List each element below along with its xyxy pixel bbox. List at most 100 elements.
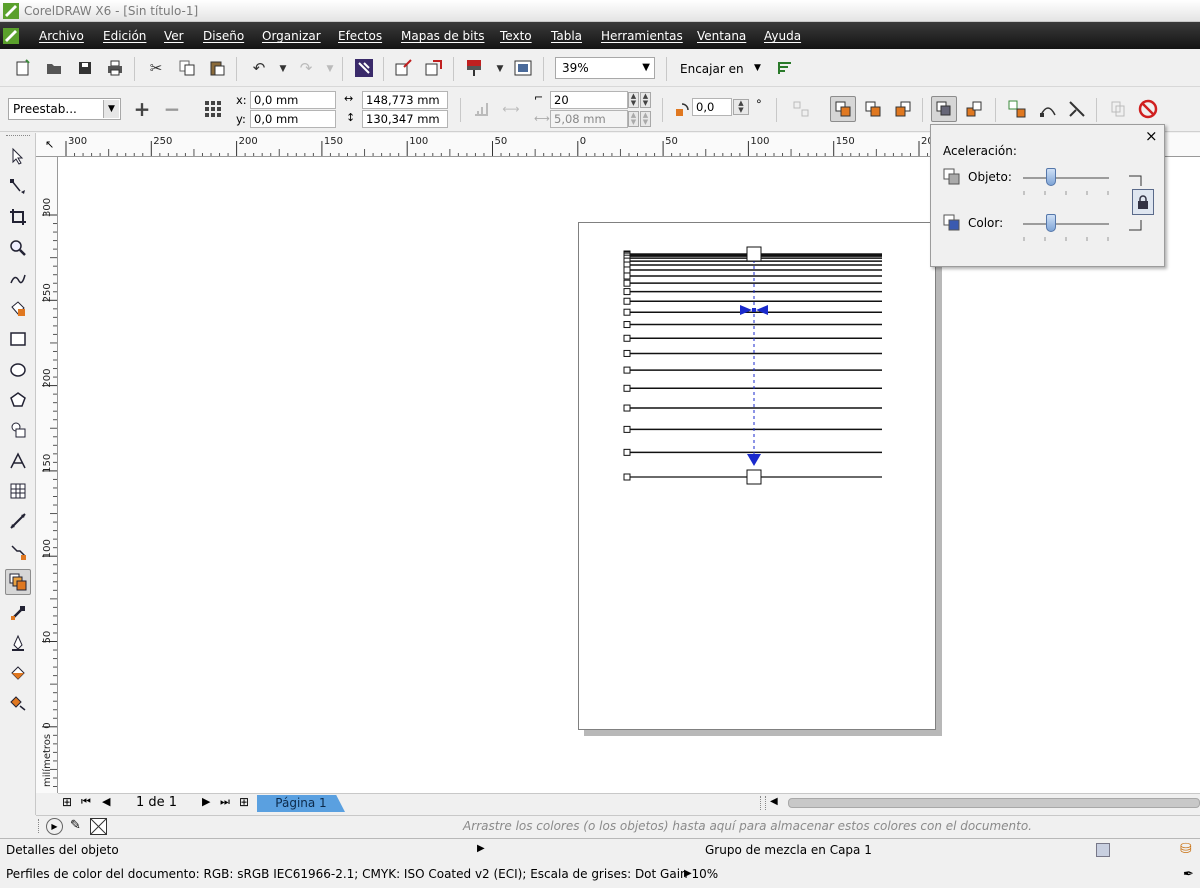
import-icon[interactable] (393, 57, 415, 79)
blend-steps-field[interactable]: 20 (550, 91, 628, 109)
clockwise-blend-icon[interactable] (862, 98, 884, 120)
ruler-origin-icon[interactable]: ↖ (45, 138, 54, 151)
menu-edicion[interactable]: Edición (103, 29, 146, 43)
blend-start-handle[interactable] (746, 246, 762, 262)
print-icon[interactable] (104, 57, 126, 79)
shape-tool-icon[interactable] (5, 174, 31, 200)
open-icon[interactable] (43, 57, 65, 79)
blend-node[interactable] (623, 321, 631, 329)
object-acceleration-slider[interactable] (1045, 168, 1056, 186)
first-page-icon[interactable]: ⏮ (81, 795, 91, 809)
menu-mapas-de-bits[interactable]: Mapas de bits (401, 29, 484, 43)
rectangle-tool-icon[interactable] (5, 326, 31, 352)
blend-node[interactable] (623, 473, 631, 481)
ellipse-tool-icon[interactable] (5, 357, 31, 383)
horizontal-scrollbar[interactable] (788, 798, 1200, 808)
blend-node[interactable] (623, 384, 631, 392)
add-page-before-icon[interactable]: ⊞ (62, 795, 72, 809)
blend-node[interactable] (623, 366, 631, 374)
basic-shapes-tool-icon[interactable] (5, 417, 31, 443)
document-menu-icon[interactable] (3, 28, 19, 44)
polygon-tool-icon[interactable] (5, 387, 31, 413)
blend-direction-field[interactable]: 0,0 (692, 98, 732, 116)
dimension-tool-icon[interactable] (5, 508, 31, 534)
menu-ver[interactable]: Ver (164, 29, 184, 43)
search-content-icon[interactable] (353, 57, 375, 79)
color-acceleration-slider[interactable] (1045, 214, 1056, 232)
snap-to-label[interactable]: Encajar en (680, 62, 744, 76)
blend-node[interactable] (623, 404, 631, 412)
object-origin-icon[interactable] (202, 98, 224, 120)
eyedropper-tool-icon[interactable] (5, 600, 31, 626)
y-position-field[interactable]: 0,0 mm (250, 110, 336, 128)
outline-pen-tool-icon[interactable] (5, 630, 31, 656)
blend-node[interactable] (623, 297, 631, 305)
export-icon[interactable] (423, 57, 445, 79)
object-details-label[interactable]: Detalles del objeto (6, 843, 119, 857)
steps-spin-icon[interactable]: ▲ ▼ (628, 92, 639, 108)
zoom-tool-icon[interactable] (5, 235, 31, 261)
lock-acceleration-toggle[interactable] (1132, 189, 1154, 215)
blend-node[interactable] (623, 425, 631, 433)
pick-tool-icon[interactable] (5, 143, 31, 169)
clear-blend-icon[interactable] (1137, 98, 1159, 120)
cut-icon[interactable]: ✂ (145, 57, 167, 79)
menu-ayuda[interactable]: Ayuda (764, 29, 801, 43)
page-tab-1[interactable]: Página 1 (257, 795, 345, 812)
object-color-acceleration-icon[interactable] (931, 96, 957, 122)
menu-herramientas[interactable]: Herramientas (601, 29, 683, 43)
add-page-after-icon[interactable]: ⊞ (239, 795, 249, 809)
close-icon[interactable]: × (1145, 127, 1158, 145)
path-properties-icon[interactable] (1037, 98, 1059, 120)
table-tool-icon[interactable] (5, 478, 31, 504)
add-preset-icon[interactable]: + (131, 97, 153, 121)
next-page-icon[interactable]: ▶ (202, 795, 210, 808)
last-page-icon[interactable]: ⏭ (220, 795, 230, 809)
interactive-fill-tool-icon[interactable] (5, 690, 31, 716)
new-icon[interactable] (12, 57, 34, 79)
blend-node[interactable] (623, 448, 631, 456)
blend-tool-icon[interactable] (5, 569, 31, 595)
status-expand-icon[interactable]: ▶ (477, 843, 485, 854)
fill-bucket-icon[interactable]: ⛁ (1180, 841, 1192, 857)
save-icon[interactable] (74, 57, 96, 79)
blend-node[interactable] (623, 288, 631, 296)
blend-direction-arrow-icon[interactable] (747, 454, 761, 466)
counterclockwise-blend-icon[interactable] (892, 98, 914, 120)
blend-node[interactable] (623, 334, 631, 342)
blend-node[interactable] (623, 308, 631, 316)
blend-direction-icon[interactable] (672, 99, 694, 121)
no-color-swatch[interactable] (90, 818, 107, 835)
menu-organizar[interactable]: Organizar (262, 29, 321, 43)
copy-icon[interactable] (176, 57, 198, 79)
menu-archivo[interactable]: Archivo (39, 29, 84, 43)
menu-texto[interactable]: Texto (500, 29, 532, 43)
paste-icon[interactable] (206, 57, 228, 79)
color-profiles-arrow-icon[interactable]: ▶ (684, 868, 692, 879)
outline-pen-status-icon[interactable]: ✒ (1183, 867, 1194, 882)
menu-diseno[interactable]: Diseño (203, 29, 244, 43)
menu-efectos[interactable]: Efectos (338, 29, 382, 43)
snap-dropdown-icon[interactable]: ▼ (754, 63, 761, 73)
smart-fill-tool-icon[interactable] (5, 295, 31, 321)
zoom-level-select[interactable]: 39% ▼ (555, 57, 655, 79)
blend-node[interactable] (623, 266, 631, 274)
app-launcher-icon[interactable] (512, 57, 534, 79)
blend-end-handle[interactable] (746, 469, 762, 485)
text-tool-icon[interactable] (5, 448, 31, 474)
scroll-splitter[interactable] (760, 796, 766, 810)
scroll-left-icon[interactable]: ◀ (770, 796, 778, 807)
color-acceleration-track[interactable] (1023, 223, 1109, 225)
undo-dropdown-icon[interactable]: ▼ (272, 58, 294, 80)
blend-node[interactable] (623, 349, 631, 357)
fill-tool-icon[interactable] (5, 660, 31, 686)
color-profiles-info[interactable]: Perfiles de color del documento: RGB: sR… (6, 867, 718, 881)
freehand-tool-icon[interactable] (5, 265, 31, 291)
status-fill-swatch-icon[interactable] (1096, 843, 1110, 857)
snap-icon[interactable] (774, 57, 796, 79)
publish-dropdown-icon[interactable]: ▼ (489, 58, 511, 80)
object-acceleration-track[interactable] (1023, 177, 1109, 179)
color-blend-icon[interactable] (963, 98, 985, 120)
menu-ventana[interactable]: Ventana (697, 29, 746, 43)
height-field[interactable]: 130,347 mm (362, 110, 448, 128)
